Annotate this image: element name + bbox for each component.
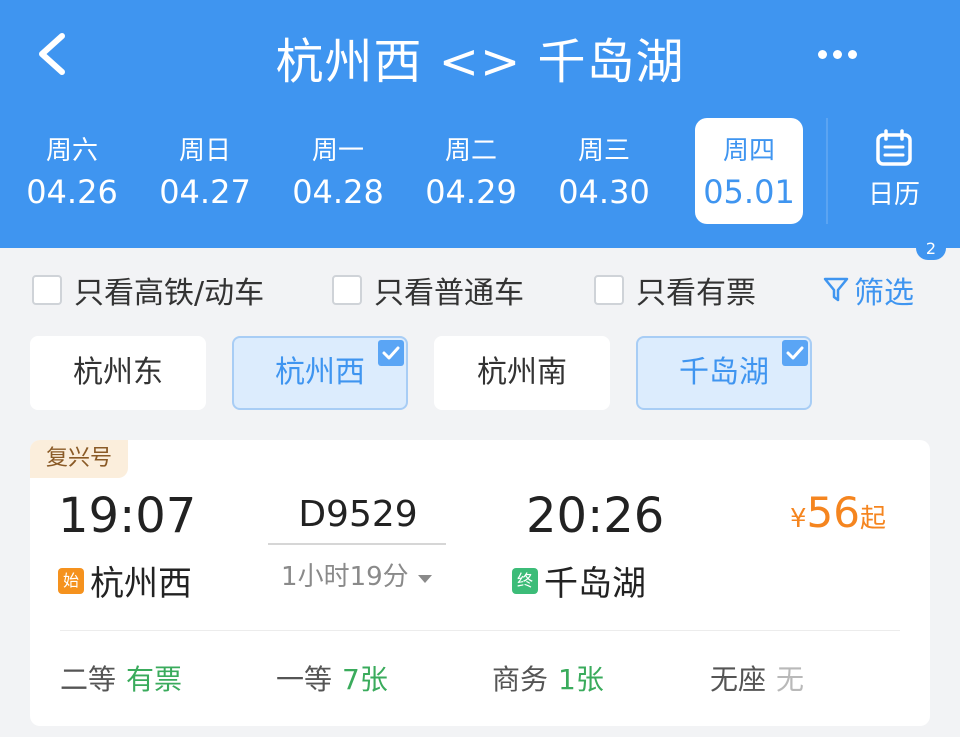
price-suffix: 起 (860, 504, 887, 534)
station-label: 杭州东 (73, 355, 163, 390)
weekday-label: 周六 (45, 136, 98, 166)
regular-only-checkbox[interactable]: 只看普通车 (332, 268, 524, 312)
checkbox-label: 只看高铁/动车 (74, 276, 265, 311)
duration-toggle[interactable]: 1小时19分 (268, 556, 446, 593)
date-item-0428[interactable]: 周一 04.28 (284, 118, 392, 224)
date-label: 05.01 (703, 173, 795, 211)
checkbox-label: 只看普通车 (374, 276, 524, 311)
seat-status: 1张 (558, 663, 604, 696)
seat-second-class: 二等 有票 (60, 658, 182, 698)
filter-label: 筛选 (854, 276, 914, 311)
date-label: 04.28 (292, 173, 384, 211)
station-label: 杭州西 (275, 355, 365, 390)
weekday-label: 周二 (444, 136, 497, 166)
weekday-label: 周日 (178, 136, 231, 166)
train-type-tag: 复兴号 (30, 440, 129, 478)
station-hangzhou-east[interactable]: 杭州东 (30, 336, 206, 410)
station-hangzhou-south[interactable]: 杭州南 (434, 336, 610, 410)
seat-status: 7张 (342, 663, 388, 696)
seat-class-label: 二等 (60, 663, 117, 696)
price-currency: ¥ (790, 504, 807, 534)
seat-standing: 无座无 (710, 658, 804, 698)
station-qiandaohu[interactable]: 千岛湖 (636, 336, 812, 410)
date-item-0427[interactable]: 周日 04.27 (151, 118, 259, 224)
date-item-0429[interactable]: 周二 04.29 (417, 118, 525, 224)
date-selector: 周六 04.26 周日 04.27 周一 04.28 周二 04.29 周三 0… (18, 118, 828, 224)
filter-funnel-icon (823, 277, 849, 302)
price-amount: 56 (806, 488, 860, 537)
seat-business-class: 商务 1张 (492, 658, 604, 698)
checkbox-box[interactable] (594, 275, 624, 305)
train-card[interactable]: 复兴号 19:07 D9529 1小时19分 20:26 始 杭州西 终 千岛湖… (30, 440, 930, 726)
seat-availability: 二等 有票 一等 7张 商务 1张 无座无 (60, 658, 900, 698)
seat-status: 无 (776, 663, 805, 696)
departure-time: 19:07 (58, 488, 197, 544)
origin-badge: 始 (58, 567, 84, 594)
route-line (268, 543, 446, 545)
high-speed-only-checkbox[interactable]: 只看高铁/动车 (32, 268, 264, 312)
price: ¥56起 (790, 488, 886, 537)
terminal-badge: 终 (512, 567, 538, 594)
available-only-checkbox[interactable]: 只看有票 (594, 268, 756, 312)
route-title: 杭州西 <> 千岛湖 (275, 34, 685, 90)
arrival-station: 终 千岛湖 (512, 556, 646, 605)
seat-class-label: 一等 (276, 663, 333, 696)
station-selector: 杭州东 杭州西 杭州南 千岛湖 (30, 336, 930, 412)
station-label: 杭州南 (477, 355, 567, 390)
more-icon[interactable] (818, 44, 866, 64)
duration-label: 1小时19分 (281, 562, 409, 592)
station-label: 千岛湖 (679, 355, 769, 390)
arrival-station-name: 千岛湖 (544, 564, 646, 604)
date-divider (826, 118, 828, 224)
checkbox-label: 只看有票 (636, 276, 756, 311)
station-hangzhou-west[interactable]: 杭州西 (232, 336, 408, 410)
check-icon (782, 340, 808, 366)
date-item-0426[interactable]: 周六 04.26 (18, 118, 126, 224)
date-item-0430[interactable]: 周三 04.30 (550, 118, 658, 224)
date-label: 04.30 (558, 173, 650, 211)
header-bar: 杭州西 <> 千岛湖 周六 04.26 周日 04.27 周一 04.28 周二… (0, 0, 960, 248)
train-number: D9529 (298, 494, 418, 535)
check-icon (378, 340, 404, 366)
seat-class-label: 无座 (710, 663, 767, 696)
filter-button[interactable]: 筛选 (822, 268, 914, 312)
departure-station: 始 杭州西 (58, 556, 192, 605)
card-divider (60, 630, 900, 631)
seat-first-class: 一等 7张 (276, 658, 388, 698)
date-label: 04.27 (159, 173, 251, 211)
date-label: 04.26 (26, 173, 118, 211)
weekday-label: 周一 (311, 136, 364, 166)
weekday-label: 周三 (577, 136, 630, 166)
checkbox-box[interactable] (332, 275, 362, 305)
calendar-button[interactable]: 日历 (852, 128, 936, 211)
seat-class-label: 商务 (492, 663, 549, 696)
departure-station-name: 杭州西 (90, 564, 192, 604)
filter-row: 只看高铁/动车 只看普通车 只看有票 筛选 (0, 262, 960, 312)
date-item-0501-selected[interactable]: 周四 05.01 (695, 118, 803, 224)
weekday-label: 周四 (722, 136, 775, 166)
arrival-time: 20:26 (526, 488, 665, 544)
checkbox-box[interactable] (32, 275, 62, 305)
count-badge: 2 (916, 238, 946, 260)
calendar-icon (876, 129, 912, 166)
seat-status: 有票 (126, 663, 183, 696)
calendar-label: 日历 (867, 180, 920, 210)
dropdown-triangle-icon (417, 575, 432, 583)
date-label: 04.29 (425, 173, 517, 211)
